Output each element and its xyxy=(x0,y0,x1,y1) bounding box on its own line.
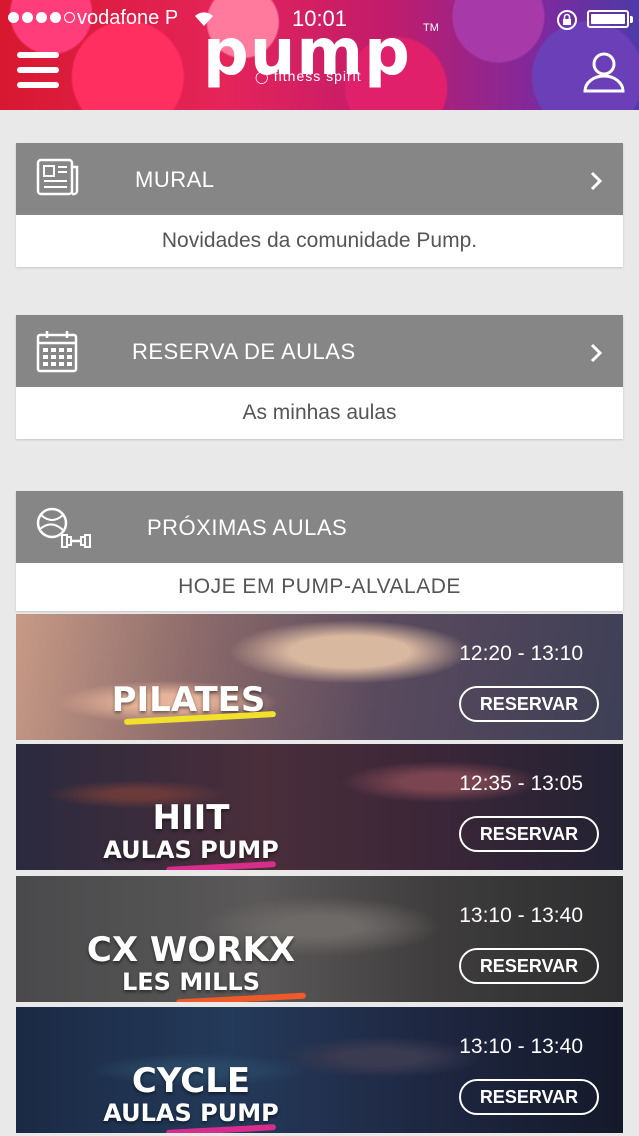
app-header: vodafone P 10:01 pump ◯ fitness spirit T… xyxy=(0,0,639,110)
mural-subtitle: Novidades da comunidade Pump. xyxy=(161,229,478,252)
reservar-button[interactable]: RESERVAR xyxy=(459,816,599,852)
class-name: CX WORKX LES MILLS xyxy=(86,930,296,996)
proximas-aulas-subtitle: HOJE EM PUMP-ALVALADE xyxy=(178,575,461,598)
mural-header-button[interactable]: MURAL xyxy=(16,143,623,215)
chevron-right-icon xyxy=(590,343,603,363)
reservar-button[interactable]: RESERVAR xyxy=(459,948,599,984)
reserva-title: RESERVA DE AULAS xyxy=(132,339,356,364)
ball-dumbbell-icon xyxy=(36,507,91,548)
class-row-cycle[interactable]: CYCLE AULAS PUMP 13:10 - 13:40 RESERVAR xyxy=(16,1007,623,1133)
proximas-aulas-header: PRÓXIMAS AULAS xyxy=(16,491,623,563)
proximas-aulas-card: PRÓXIMAS AULAS HOJE EM PUMP-ALVALADE xyxy=(16,491,623,611)
mural-card: MURAL Novidades da comunidade Pump. xyxy=(16,143,623,267)
chevron-right-icon xyxy=(590,171,603,191)
pump-logo: pump ◯ fitness spirit TM xyxy=(203,16,439,90)
reservar-button[interactable]: RESERVAR xyxy=(459,686,599,722)
hamburger-menu-icon[interactable] xyxy=(17,52,59,88)
class-name: CYCLE AULAS PUMP xyxy=(103,1061,279,1127)
class-row-cx-workx[interactable]: CX WORKX LES MILLS 13:10 - 13:40 RESERVA… xyxy=(16,876,623,1002)
class-time: 13:10 - 13:40 xyxy=(459,904,583,927)
class-time: 12:20 - 13:10 xyxy=(459,642,583,665)
calendar-icon xyxy=(36,331,78,373)
user-icon[interactable] xyxy=(582,50,626,94)
mural-title: MURAL xyxy=(135,167,215,192)
newspaper-icon xyxy=(36,158,79,196)
class-name: PILATES xyxy=(111,680,266,720)
reserva-subtitle: As minhas aulas xyxy=(242,401,397,424)
reserva-card: RESERVA DE AULAS As minhas aulas xyxy=(16,315,623,439)
battery-icon xyxy=(587,10,633,28)
proximas-aulas-title: PRÓXIMAS AULAS xyxy=(147,515,348,540)
reservar-button[interactable]: RESERVAR xyxy=(459,1079,599,1115)
class-row-pilates[interactable]: PILATES 12:20 - 13:10 RESERVAR xyxy=(16,614,623,740)
reserva-header-button[interactable]: RESERVA DE AULAS xyxy=(16,315,623,387)
class-name: HIIT AULAS PUMP xyxy=(103,798,279,864)
class-time: 12:35 - 13:05 xyxy=(459,772,583,795)
rotation-lock-icon xyxy=(557,10,577,30)
class-time: 13:10 - 13:40 xyxy=(459,1035,583,1058)
class-row-hiit[interactable]: HIIT AULAS PUMP 12:35 - 13:05 RESERVAR xyxy=(16,744,623,870)
